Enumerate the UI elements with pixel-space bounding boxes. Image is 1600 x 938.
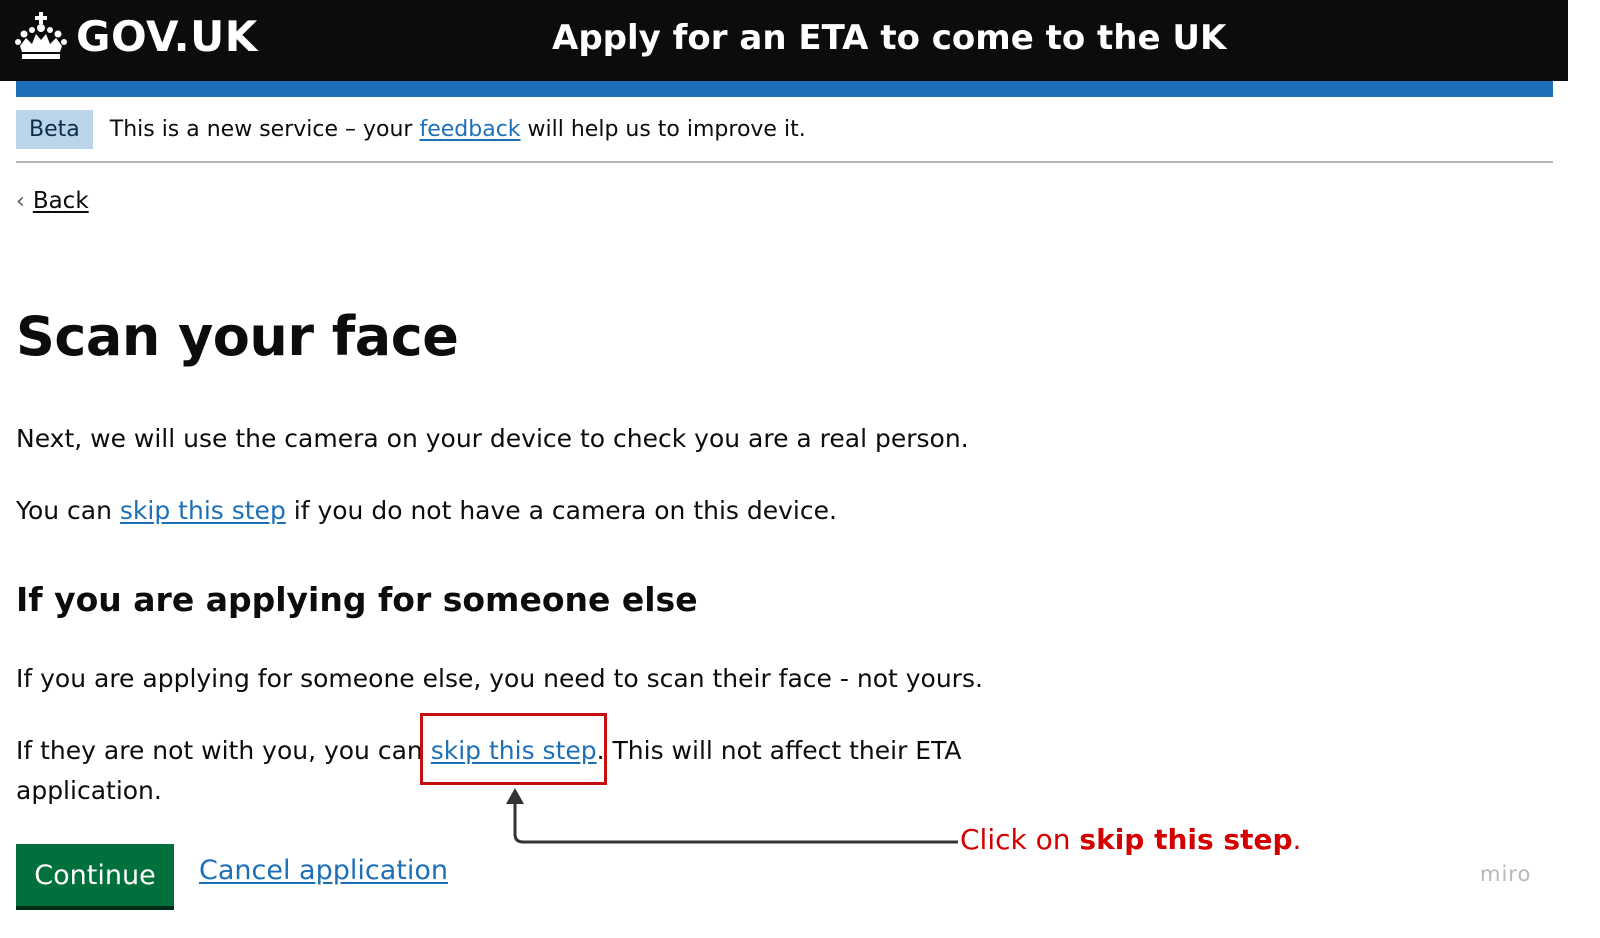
annotation-prefix: Click on: [960, 823, 1080, 856]
miro-watermark: miro: [1480, 862, 1532, 886]
annotation-instruction: Click on skip this step.: [960, 823, 1301, 856]
annotation-arrow: [506, 788, 958, 844]
annotation-suffix: .: [1292, 823, 1302, 856]
cancel-application-link[interactable]: Cancel application: [199, 855, 448, 886]
continue-button[interactable]: Continue: [16, 844, 174, 906]
annotation-bold: skip this step: [1079, 823, 1293, 856]
